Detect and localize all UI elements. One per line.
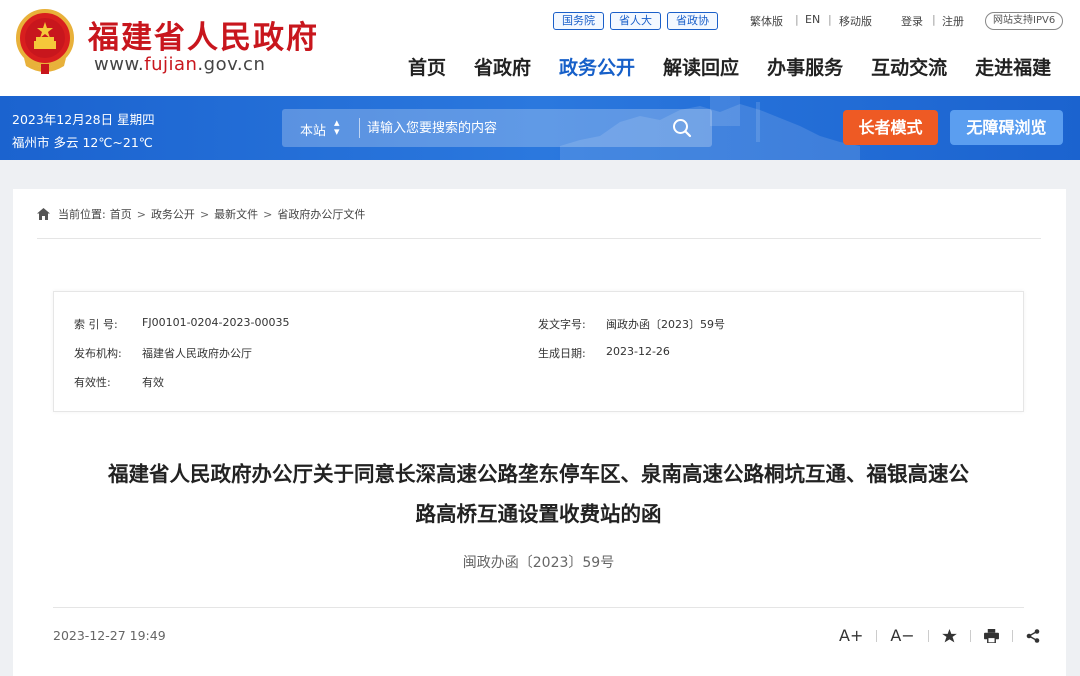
breadcrumb-home[interactable]: 首页 <box>110 206 132 222</box>
nav-government[interactable]: 省政府 <box>474 53 531 80</box>
meta-issuer-label: 发布机构: <box>74 347 122 360</box>
nav-gov-affairs[interactable]: 政务公开 <box>559 53 635 80</box>
content-divider <box>53 607 1024 608</box>
toolbar-divider <box>876 629 878 642</box>
ipv6-badge: 网站支持IPV6 <box>985 12 1064 30</box>
link-register[interactable]: 注册 <box>942 13 964 29</box>
meta-issuer-value: 福建省人民政府办公厅 <box>142 347 252 360</box>
meta-validity-value: 有效 <box>142 376 164 389</box>
meta-index-value: FJ00101-0204-2023-00035 <box>142 316 290 329</box>
document-number: 闽政办函〔2023〕59号 <box>462 555 615 571</box>
link-provincial-cppcc[interactable]: 省政协 <box>667 12 718 30</box>
sort-arrows-icon[interactable]: ▴ ▾ <box>334 117 340 137</box>
site-header: 福建省人民政府 www.fujian.gov.cn 国务院 省人大 省政协 繁体… <box>0 0 1080 96</box>
meta-date-value: 2023-12-26 <box>606 345 670 358</box>
article-toolbar: A+ A− <box>839 626 1040 645</box>
link-state-council[interactable]: 国务院 <box>553 12 604 30</box>
site-url[interactable]: www.fujian.gov.cn <box>94 54 265 75</box>
util-divider: | <box>828 13 832 26</box>
document-title-line1: 福建省人民政府办公厅关于同意长深高速公路垄东停车区、泉南高速公路桐坑互通、福银高… <box>108 462 969 486</box>
meta-docno-label: 发文字号: <box>538 318 586 331</box>
search-icon[interactable] <box>672 118 692 138</box>
breadcrumb-gov-affairs[interactable]: 政务公开 <box>151 206 195 222</box>
site-url-brand: fujian <box>144 54 198 75</box>
breadcrumb-prefix: 当前位置: <box>58 208 106 221</box>
util-divider: | <box>932 13 936 26</box>
breadcrumb-latest-docs[interactable]: 最新文件 <box>214 206 258 222</box>
star-icon[interactable] <box>941 628 957 643</box>
site-title[interactable]: 福建省人民政府 <box>88 12 319 57</box>
util-divider: | <box>795 13 799 26</box>
toolbar-divider <box>969 629 971 642</box>
breadcrumb-separator: > <box>136 207 146 221</box>
national-emblem-icon[interactable] <box>14 8 76 76</box>
breadcrumb-separator: > <box>199 207 210 221</box>
main-nav: 首页 省政府 政务公开 解读回应 办事服务 互动交流 走进福建 <box>408 53 1079 80</box>
breadcrumb-separator: > <box>263 207 273 221</box>
current-date: 2023年12月28日 星期四 <box>12 112 155 127</box>
meta-docno-value: 闽政办函〔2023〕59号 <box>606 318 725 331</box>
link-mobile[interactable]: 移动版 <box>839 13 872 29</box>
meta-date-label: 生成日期: <box>538 347 586 360</box>
search-input[interactable] <box>367 118 657 138</box>
nav-about-fujian[interactable]: 走进福建 <box>975 53 1051 80</box>
font-decrease-button[interactable]: A− <box>890 626 914 645</box>
search-divider <box>359 118 360 138</box>
font-increase-button[interactable]: A+ <box>839 626 863 645</box>
elder-mode-button[interactable]: 长者模式 <box>843 110 938 145</box>
link-provincial-congress[interactable]: 省人大 <box>610 12 661 30</box>
search-bar-strip: 2023年12月28日 星期四 福州市 多云 12℃~21℃ 本站 ▴▾ 长者模… <box>0 96 1080 160</box>
breadcrumb-office-docs[interactable]: 省政府办公厅文件 <box>277 206 365 222</box>
weather-info: 福州市 多云 12℃~21℃ <box>12 135 153 150</box>
home-icon <box>37 208 50 220</box>
link-english[interactable]: EN <box>805 13 820 26</box>
breadcrumb-divider <box>37 238 1041 239</box>
toolbar-divider <box>927 629 929 642</box>
toolbar-divider <box>1011 629 1013 642</box>
meta-validity-label: 有效性: <box>74 376 111 389</box>
accessibility-button[interactable]: 无障碍浏览 <box>950 110 1063 145</box>
nav-home[interactable]: 首页 <box>408 53 446 80</box>
document-title-line2: 路高桥互通设置收费站的函 <box>415 502 662 526</box>
site-url-suffix: .gov.cn <box>197 54 266 75</box>
link-login[interactable]: 登录 <box>901 13 923 29</box>
document-metadata-box: 索 引 号: FJ00101-0204-2023-00035 发文字号: 闽政办… <box>53 291 1024 412</box>
search-scope-select[interactable]: 本站 <box>300 120 326 139</box>
link-traditional[interactable]: 繁体版 <box>750 13 783 29</box>
nav-interaction[interactable]: 互动交流 <box>871 53 947 80</box>
article-card: 当前位置: 首页 > 政务公开 > 最新文件 > 省政府办公厅文件 索 引 号:… <box>13 189 1066 676</box>
meta-index-label: 索 引 号: <box>74 318 118 331</box>
breadcrumb: 当前位置: 首页 > 政务公开 > 最新文件 > 省政府办公厅文件 <box>37 206 365 222</box>
search-box: 本站 ▴ ▾ <box>282 109 712 147</box>
site-url-prefix: www. <box>94 54 145 75</box>
nav-services[interactable]: 办事服务 <box>767 53 843 80</box>
nav-interpretation[interactable]: 解读回应 <box>663 53 739 80</box>
publish-time: 2023-12-27 19:49 <box>53 628 166 643</box>
share-icon[interactable] <box>1026 628 1040 643</box>
document-title: 福建省人民政府办公厅关于同意长深高速公路垄东停车区、泉南高速公路桐坑互通、福银高… <box>53 454 1024 534</box>
top-pill-links: 国务院 省人大 省政协 <box>553 12 718 30</box>
printer-icon[interactable] <box>983 628 999 643</box>
